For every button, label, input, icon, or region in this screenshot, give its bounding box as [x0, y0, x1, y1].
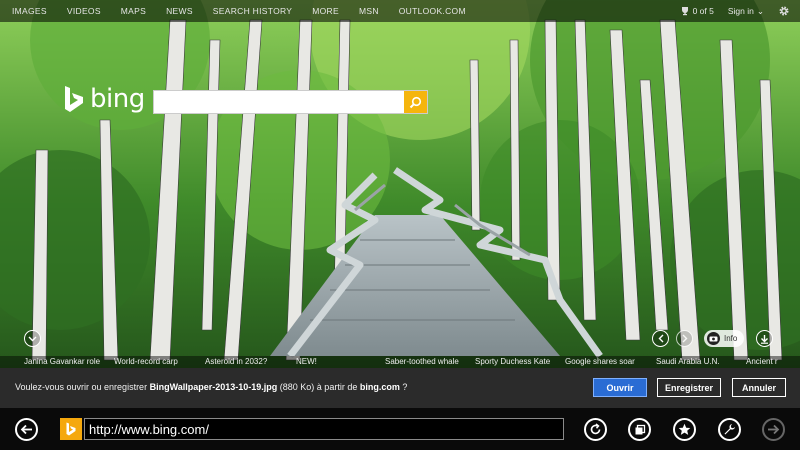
favorites-button[interactable] [673, 418, 696, 441]
download-wallpaper-button[interactable] [756, 330, 773, 347]
news-item[interactable]: Asteroid in 2032? [205, 357, 267, 366]
tabs-button[interactable] [628, 418, 651, 441]
search-icon [409, 96, 422, 108]
news-item[interactable]: NEW! [296, 357, 317, 366]
refresh-button[interactable] [584, 418, 607, 441]
cancel-button[interactable]: Annuler [732, 378, 786, 397]
news-item[interactable]: Google shares soar [565, 357, 635, 366]
download-notification-bar: Voulez-vous ouvrir ou enregistrer BingWa… [0, 368, 800, 408]
chevron-right-icon [682, 334, 687, 343]
nav-maps[interactable]: MAPS [121, 6, 146, 16]
news-item[interactable]: Saber-toothed whale [385, 357, 459, 366]
chevron-down-icon [28, 336, 37, 341]
chevron-left-icon [658, 334, 663, 343]
back-button[interactable] [15, 418, 38, 441]
back-arrow-icon [20, 424, 32, 435]
search-box [153, 90, 428, 114]
nav-news[interactable]: NEWS [166, 6, 193, 16]
open-button[interactable]: Ouvrir [593, 378, 647, 397]
info-label: Info [724, 334, 738, 343]
download-icon [761, 334, 768, 344]
nav-more[interactable]: MORE [312, 6, 339, 16]
bing-b-icon [65, 86, 83, 112]
site-favicon [60, 418, 82, 440]
news-item[interactable]: World-record carp [114, 357, 178, 366]
search-button[interactable] [404, 91, 427, 113]
nav-links: IMAGES VIDEOS MAPS NEWS SEARCH HISTORY M… [0, 6, 486, 16]
star-icon [678, 423, 691, 435]
news-item[interactable]: Sporty Duchess Kate [475, 357, 550, 366]
nav-outlook[interactable]: OUTLOOK.COM [399, 6, 466, 16]
news-ticker: Janina Gavankar role World-record carp A… [0, 356, 800, 368]
camera-icon [707, 332, 720, 345]
nav-images[interactable]: IMAGES [12, 6, 47, 16]
background-photo [0, 0, 800, 408]
browser-address-bar [0, 408, 800, 450]
bing-logo[interactable]: bing [62, 84, 145, 114]
nav-search-history[interactable]: SEARCH HISTORY [213, 6, 292, 16]
download-message: Voulez-vous ouvrir ou enregistrer BingWa… [15, 382, 408, 392]
download-site: bing.com [359, 382, 400, 392]
download-filename: BingWallpaper-2013-10-19.jpg [149, 382, 278, 392]
nav-videos[interactable]: VIDEOS [67, 6, 101, 16]
topbar-right: 0 of 5 Sign in ⌄ [680, 5, 800, 17]
birch-forest-image [0, 0, 800, 408]
url-field [84, 418, 564, 440]
news-item[interactable]: Saudi Arabia U.N. [656, 357, 720, 366]
news-item[interactable]: Janina Gavankar role [24, 357, 100, 366]
previous-image-button[interactable] [652, 330, 669, 347]
save-button[interactable]: Enregistrer [657, 378, 721, 397]
chevron-down-icon[interactable]: ⌄ [757, 6, 764, 17]
url-input[interactable] [85, 419, 563, 439]
trophy-icon[interactable] [680, 6, 690, 16]
forward-arrow-icon [768, 424, 780, 435]
rewards-count[interactable]: 0 of 5 [693, 6, 714, 16]
wrench-icon [724, 424, 735, 435]
signin-link[interactable]: Sign in [728, 6, 754, 16]
refresh-icon [590, 423, 601, 435]
tools-button[interactable] [718, 418, 741, 441]
tabs-icon [635, 424, 645, 434]
nav-msn[interactable]: MSN [359, 6, 379, 16]
bing-b-icon [66, 422, 76, 436]
top-navigation-bar: IMAGES VIDEOS MAPS NEWS SEARCH HISTORY M… [0, 0, 800, 22]
search-input[interactable] [154, 91, 404, 113]
bing-wordmark: bing [90, 84, 145, 114]
image-info-button[interactable]: Info [704, 330, 744, 347]
forward-button[interactable] [762, 418, 785, 441]
next-image-button[interactable] [676, 330, 693, 347]
news-item[interactable]: Ancient r [746, 357, 778, 366]
expand-down-button[interactable] [24, 330, 41, 347]
gear-icon[interactable] [778, 5, 790, 17]
